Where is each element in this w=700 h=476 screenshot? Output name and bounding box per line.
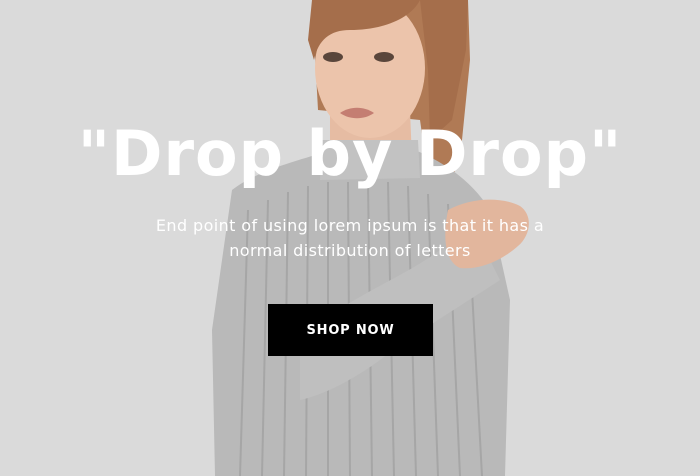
hero-banner: "Drop by Drop" End point of using lorem … <box>0 0 700 476</box>
shop-now-button[interactable]: SHOP NOW <box>268 304 433 356</box>
hero-title: "Drop by Drop" <box>77 117 623 190</box>
hero-subtitle: End point of using lorem ipsum is that i… <box>155 216 545 260</box>
hero-content: "Drop by Drop" End point of using lorem … <box>0 0 700 476</box>
